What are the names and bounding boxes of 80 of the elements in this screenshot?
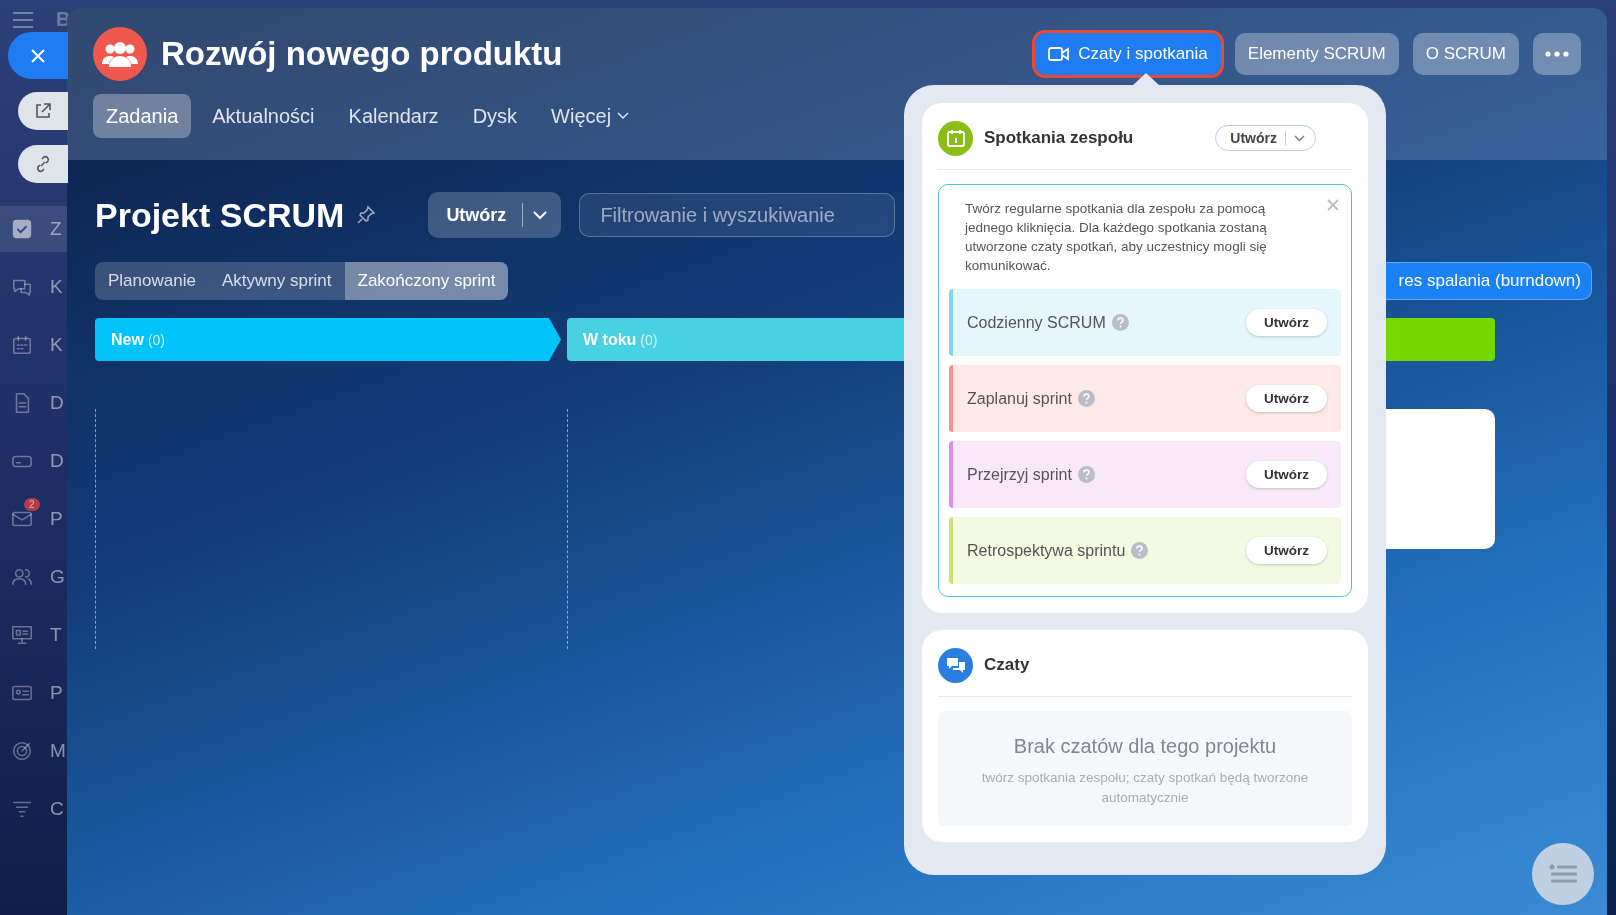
more-icon [1545,51,1569,57]
meeting-name: Retrospektywa sprintu [967,541,1126,560]
sidebar-item[interactable]: D [0,438,67,484]
chevron-down-icon [1294,134,1305,142]
create-button[interactable]: Utwórz [428,192,562,238]
close-icon[interactable] [1327,199,1339,211]
nav-tab[interactable]: Aktualności [199,94,328,138]
meeting-name: Zaplanuj sprint [967,389,1072,408]
column-name: W toku [583,330,637,349]
nav-tab[interactable]: Więcej [538,94,643,138]
sidebar-item[interactable]: K [0,264,67,310]
external-link-icon [33,101,53,121]
sidebar-label: P [50,682,63,704]
help-icon[interactable] [1111,314,1129,331]
hint-text: Twórz regularne spotkania dla zespołu za pomocą jednego kliknięcia. Dla każdego spotkania zostaną utworzone czaty spotkań, aby uczestnicy mogli się komunikować. [965,200,1268,275]
nav-tab[interactable]: Dysk [459,94,531,138]
create-button[interactable]: Utwórz [1246,537,1327,564]
header-button[interactable]: O SCRUM [1412,33,1519,75]
header-button[interactable]: Elementy SCRUM [1234,33,1399,75]
presentation-icon [11,624,33,646]
help-icon[interactable] [1077,390,1095,407]
help-icon[interactable] [1077,466,1095,483]
meeting-name: Przejrzyj sprint [967,465,1072,484]
close-icon [29,46,47,65]
list-icon [1549,864,1577,884]
sidebar-label: D [50,450,64,472]
nav-tab[interactable]: Kalendarz [335,94,452,138]
sidebar-label: D [50,392,64,414]
sidebar-item[interactable]: M [0,728,67,774]
empty-title: Brak czatów dla tego projektu [1012,735,1278,758]
sidebar-item[interactable]: G [0,554,67,600]
section-title: Spotkania zespołu [984,128,1134,148]
sprint-tab[interactable]: Planowanie [95,262,209,300]
sidebar-label: T [50,624,62,646]
close-button[interactable] [8,32,68,79]
sidebar-item[interactable]: Z [0,206,67,252]
pin-icon[interactable] [356,205,377,225]
nav-tab[interactable]: Zadania [93,94,192,138]
sidebar-item[interactable]: D [0,380,67,426]
chevron-down-icon [533,210,548,220]
create-button[interactable]: Utwórz [1246,309,1327,336]
more-button[interactable] [1533,33,1581,75]
open-new-window-button[interactable] [18,92,68,130]
video-camera-icon [1048,46,1071,62]
chat-icon [938,647,973,683]
people-icon [11,566,33,588]
board-title: Projekt SCRUM [95,195,345,235]
sidebar-label: G [50,566,65,588]
create-button[interactable]: Utwórz [1246,385,1327,412]
project-title: Rozwój nowego produktu [161,35,563,73]
sidebar-label: M [50,740,66,762]
empty-text: twórz spotkania zespołu; czaty spotkań będą tworzone automatycznie [980,769,1310,807]
count-badge: 2 [24,498,40,511]
sidebar-item[interactable]: T [0,612,67,658]
sidebar-label: K [50,276,63,298]
sidebar-item[interactable]: C [0,786,67,832]
sidebar-label: P [50,508,63,530]
sidebar-label: K [50,334,63,356]
calendar-icon [11,334,33,356]
header-button[interactable]: Czaty i spotkania [1035,33,1221,75]
sidebar-label: C [50,798,64,820]
sidebar-item[interactable]: P [0,670,67,716]
copy-link-button[interactable] [18,145,68,183]
column-count: (0) [640,331,658,348]
create-button[interactable]: Utwórz [1246,461,1327,488]
calendar-icon [938,120,973,156]
meeting-name: Codzienny SCRUM [967,313,1106,332]
help-icon[interactable] [1131,542,1149,559]
column-name: New [111,330,144,349]
create-button[interactable]: Utwórz [1215,125,1316,151]
sprint-tab[interactable]: Zakończony sprint [344,262,509,300]
sidebar-item[interactable]: P 2 [0,496,67,542]
check-icon [11,218,33,240]
sprint-tab[interactable]: Aktywny sprint [208,262,345,300]
group-avatar-icon [93,27,147,81]
target-icon [11,740,33,762]
section-title: Czaty [984,655,1030,675]
column-count: (0) [147,331,166,348]
sidebar-label: Z [50,218,62,240]
sidebar-item[interactable]: K [0,322,67,368]
